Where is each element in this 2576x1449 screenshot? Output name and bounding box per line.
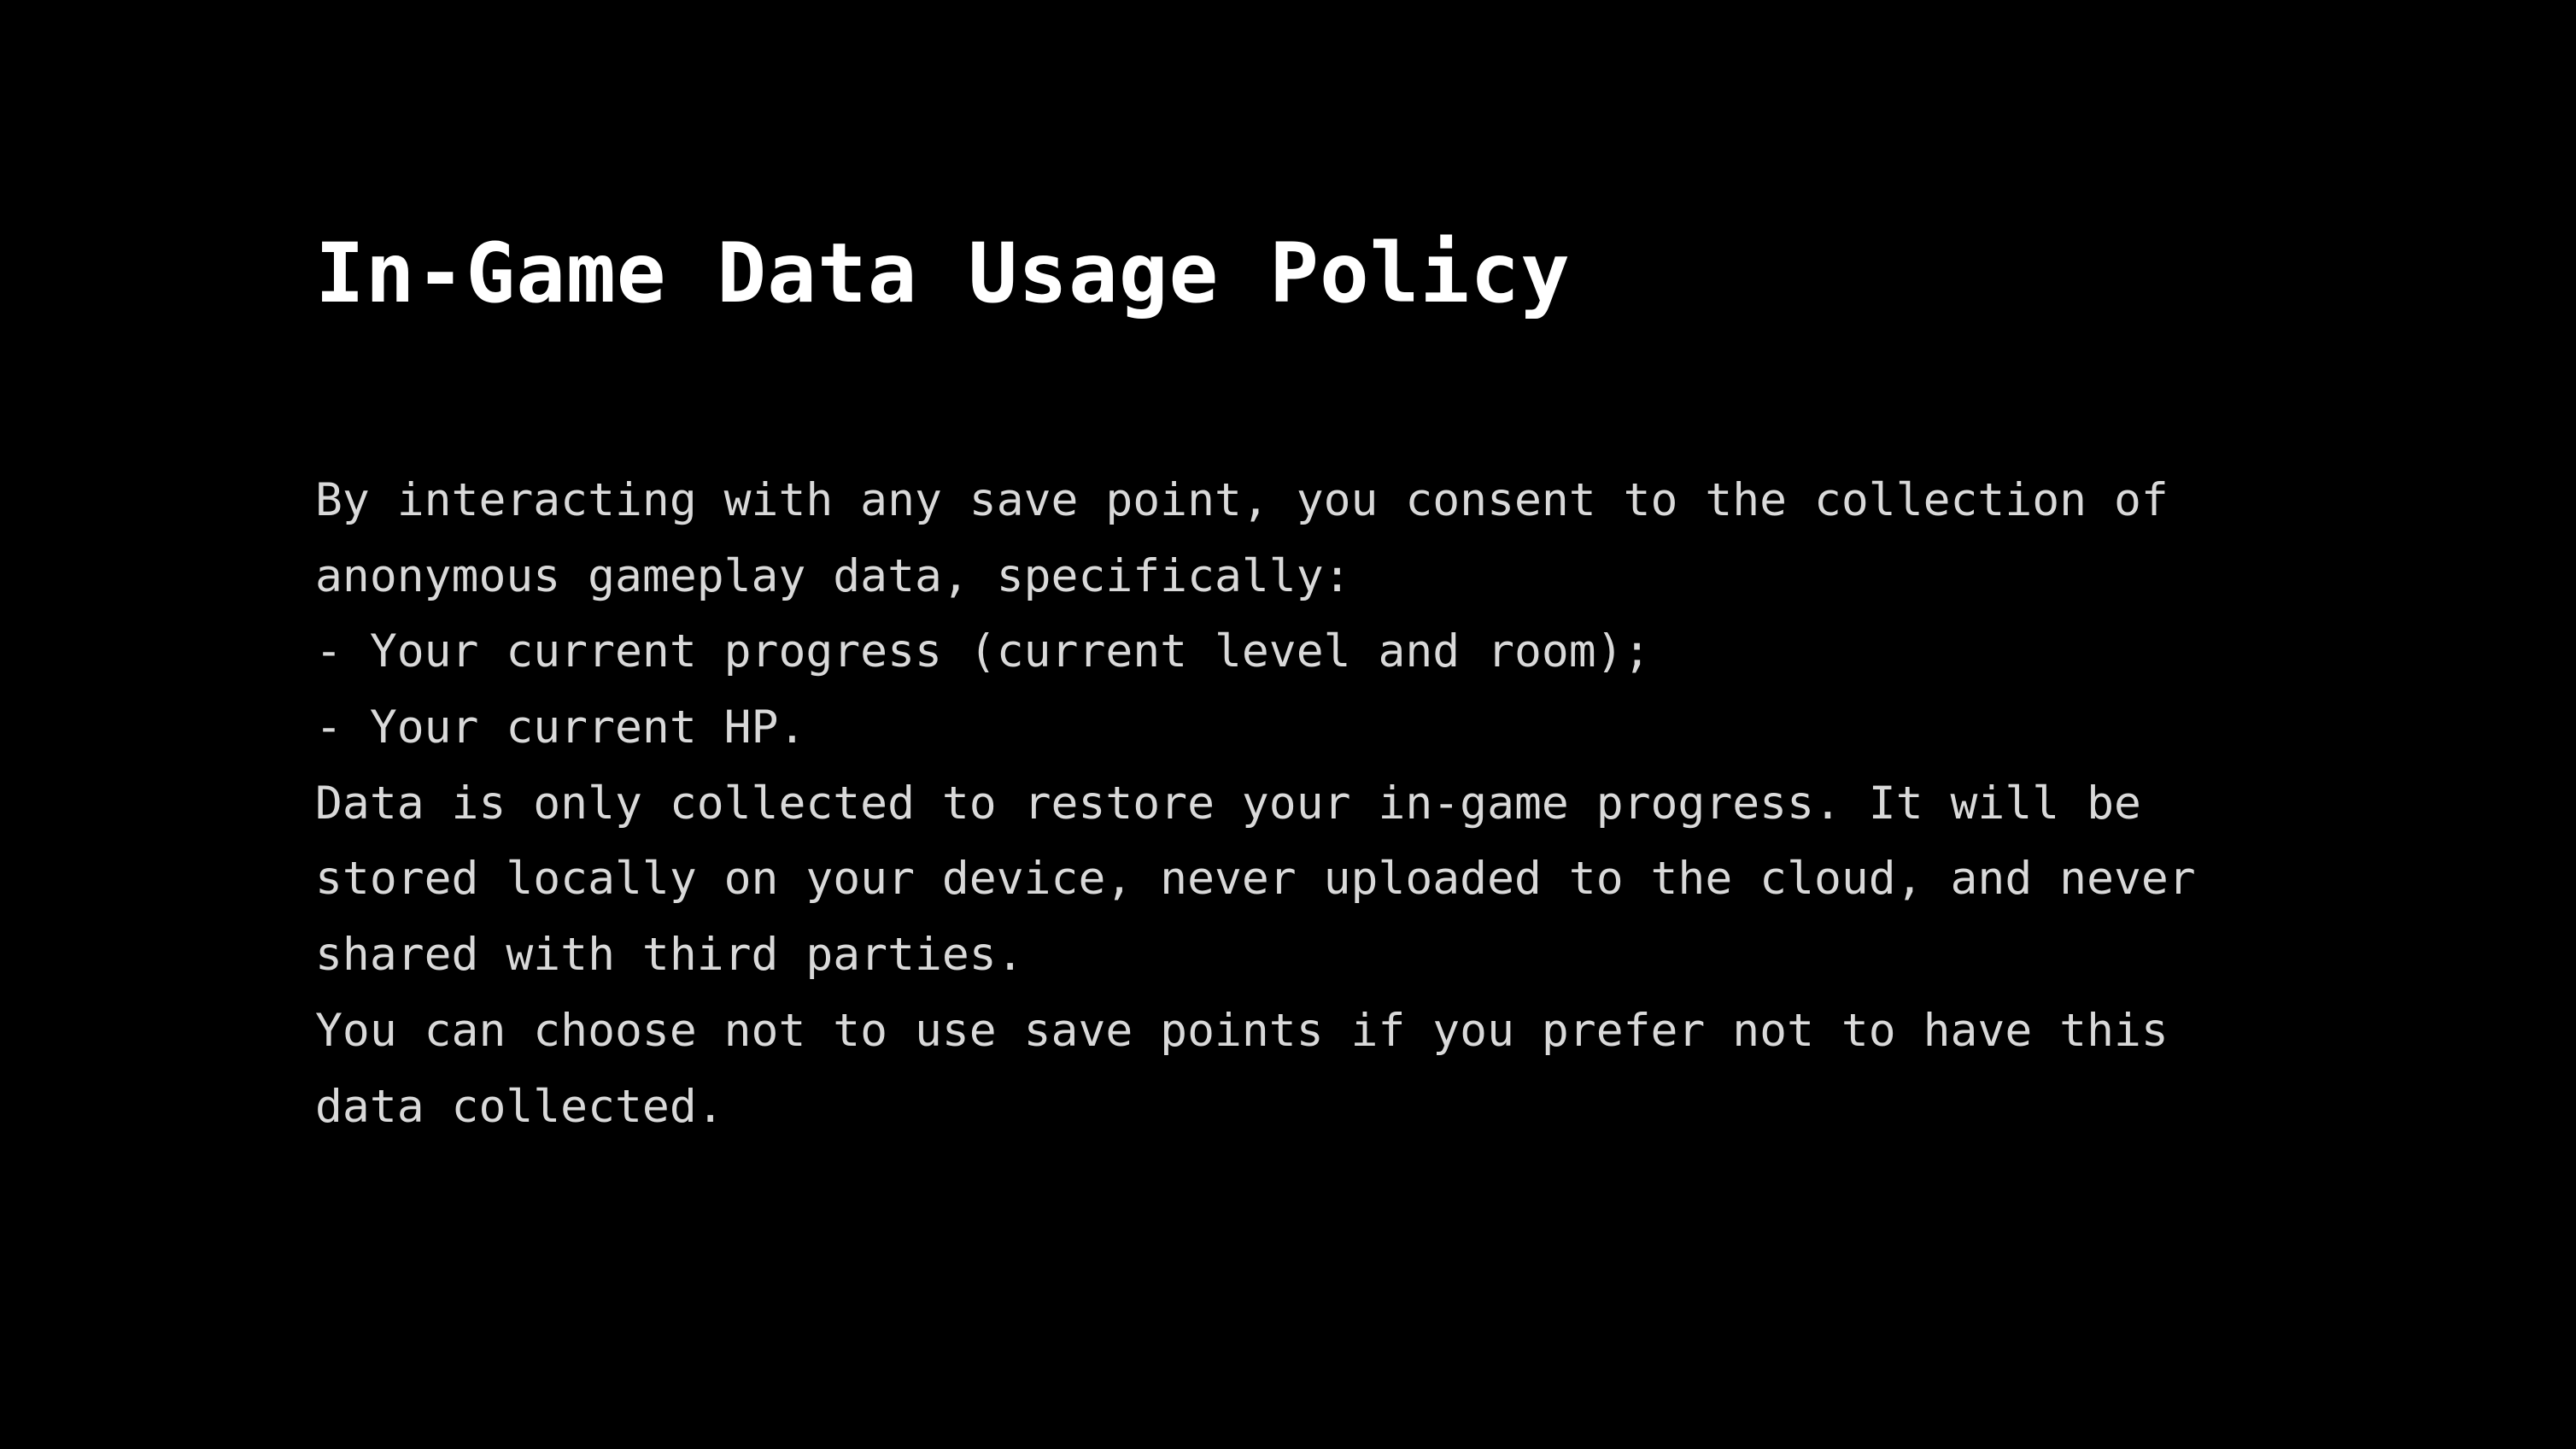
policy-line-sharing: shared with third parties. — [315, 929, 1024, 982]
policy-title: In-Game Data Usage Policy — [315, 226, 1571, 321]
policy-line-opt-out: You can choose not to use save points if… — [315, 1004, 2169, 1057]
policy-body: By interacting with any save point, you … — [315, 463, 2280, 1145]
policy-item-hp: - Your current HP. — [315, 701, 806, 754]
policy-line-consent: By interacting with any save point, you … — [315, 474, 2169, 526]
policy-line-purpose: Data is only collected to restore your i… — [315, 777, 2141, 830]
policy-item-progress: - Your current progress (current level a… — [315, 625, 1651, 678]
policy-line-consent-cont: anonymous gameplay data, specifically: — [315, 549, 1351, 602]
policy-line-opt-out-cont: data collected. — [315, 1080, 724, 1133]
policy-screen: In-Game Data Usage Policy By interacting… — [0, 0, 2576, 1449]
policy-line-storage: stored locally on your device, never upl… — [315, 853, 2196, 906]
